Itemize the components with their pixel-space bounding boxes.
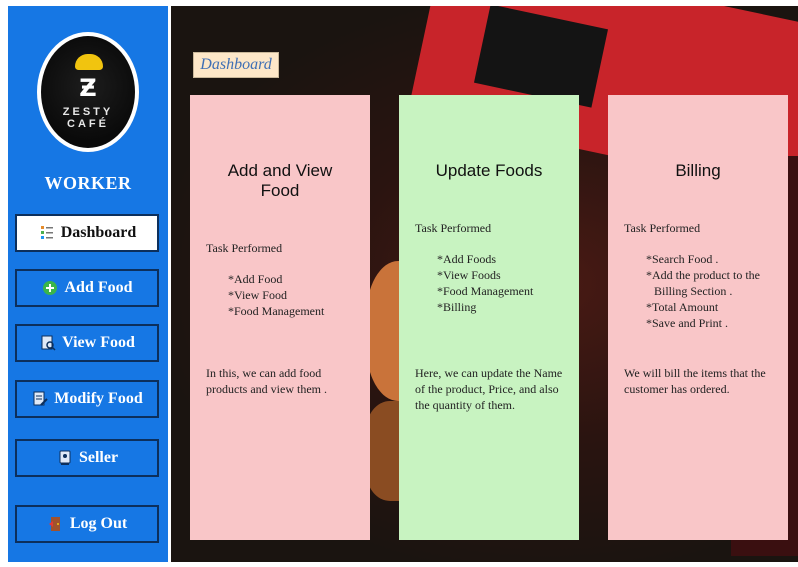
card-section-label: Task Performed [624, 221, 701, 235]
add-food-button-label: Add Food [64, 279, 133, 296]
dashboard-button-label: Dashboard [60, 224, 137, 241]
card-section-label: Task Performed [415, 221, 492, 235]
zesty-cafe-logo: Ƶ ZESTY CAFÉ [37, 32, 139, 152]
task-item: *Food Management [228, 304, 325, 318]
log-out-button-label: Log Out [69, 515, 128, 532]
logo-badge: Ƶ ZESTY CAFÉ [41, 36, 135, 148]
tree-list-icon [38, 224, 56, 242]
card-section-label: Task Performed [206, 241, 283, 255]
task-item: *Total Amount [646, 300, 719, 314]
task-item: *Billing [437, 300, 477, 314]
seller-button[interactable]: Seller [15, 439, 159, 477]
card-title: Add and View Food [227, 161, 333, 200]
task-item: *Add Foods [437, 252, 497, 266]
role-label: WORKER [44, 173, 132, 193]
task-item: *Add Food [228, 272, 283, 286]
burger-icon [75, 54, 103, 70]
card-title: Update Foods [435, 161, 543, 180]
exit-door-icon [47, 515, 65, 533]
seller-icon [56, 449, 74, 467]
card-title: Billing [675, 161, 721, 180]
task-item: *Save and Print . [646, 316, 728, 330]
view-food-button-label: View Food [62, 334, 135, 351]
task-list: *Add Food *View Food *Food Management [228, 271, 354, 319]
seller-button-label: Seller [78, 449, 119, 466]
page-title-tag: Dashboard [193, 52, 279, 78]
add-food-button[interactable]: Add Food [15, 269, 159, 307]
task-item: Billing Section . [654, 284, 733, 298]
sidebar: Ƶ ZESTY CAFÉ WORKER Dashboard Add Food V… [8, 6, 168, 562]
plus-circle-icon [41, 279, 59, 297]
cafe-glyph-icon: Ƶ [79, 74, 97, 102]
task-list: *Add Foods *View Foods *Food Management … [437, 251, 563, 315]
card-description: In this, we can add food products and vi… [206, 366, 327, 396]
dashboard-button[interactable]: Dashboard [15, 214, 159, 252]
log-out-button[interactable]: Log Out [15, 505, 159, 543]
task-item: *Add the product to the [646, 268, 760, 282]
task-item: *Food Management [437, 284, 534, 298]
edit-document-icon [31, 390, 49, 408]
modify-food-button[interactable]: Modify Food [15, 380, 159, 418]
dashboard-main: Dashboard Add and View Food Task Perform… [171, 6, 798, 562]
task-item: *Search Food . [646, 252, 719, 266]
document-search-icon [39, 334, 57, 352]
billing-card: Billing Task Performed *Search Food . *A… [608, 95, 788, 540]
card-description: We will bill the items that the customer… [624, 366, 766, 396]
task-item: *View Foods [437, 268, 501, 282]
update-foods-card: Update Foods Task Performed *Add Foods *… [399, 95, 579, 540]
modify-food-button-label: Modify Food [54, 390, 143, 407]
task-item: *View Food [228, 288, 287, 302]
task-list: *Search Food . *Add the product to the B… [646, 251, 772, 331]
add-view-food-card: Add and View Food Task Performed *Add Fo… [190, 95, 370, 540]
logo-text: ZESTY CAFÉ [62, 106, 114, 130]
view-food-button[interactable]: View Food [15, 324, 159, 362]
card-description: Here, we can update the Name of the prod… [415, 366, 563, 412]
